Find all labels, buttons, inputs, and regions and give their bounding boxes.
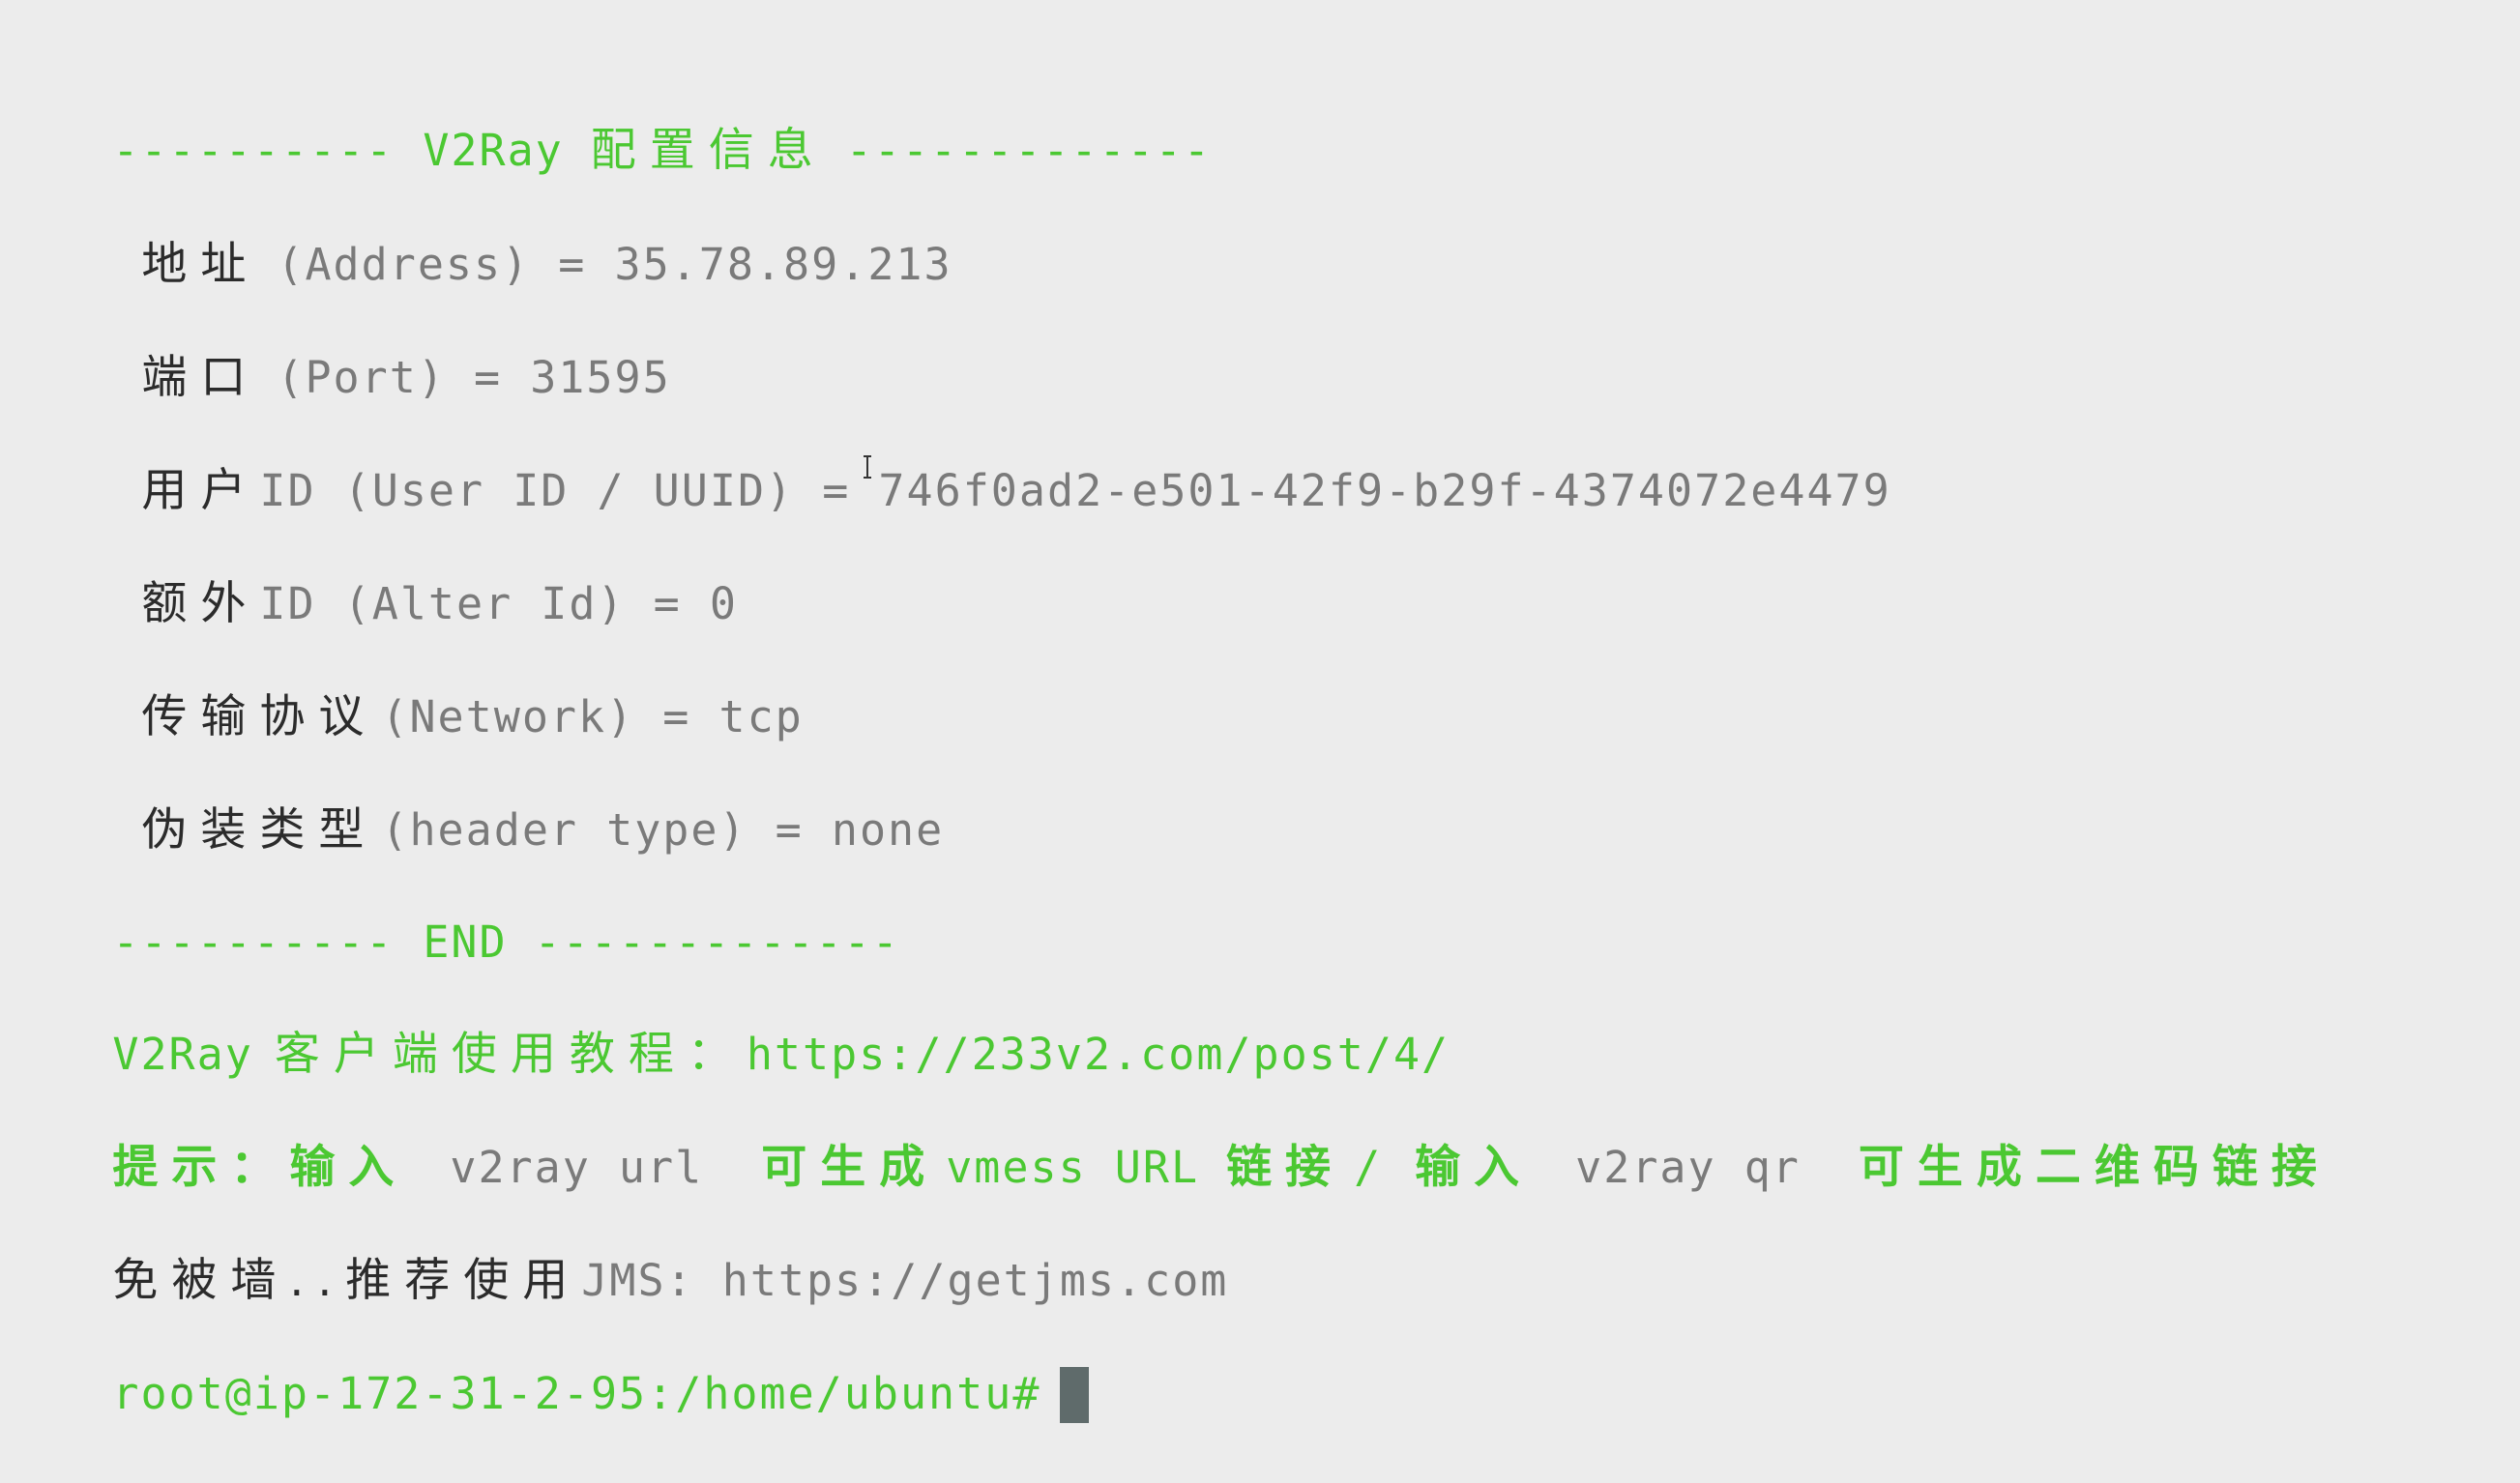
end-label: END — [423, 916, 508, 968]
address-label-en: (Address) = — [277, 239, 587, 290]
promo-url-link[interactable]: https://getjms.com — [722, 1255, 1229, 1306]
network-label-en: (Network) = — [381, 691, 691, 742]
end-right-dashes: ------------- — [534, 916, 900, 968]
text-cursor — [1060, 1367, 1090, 1423]
tutorial-url-link[interactable]: https://233v2.com/post/4/ — [747, 1029, 1450, 1080]
user-id-label-cn: 用户 — [141, 464, 260, 517]
end-left-dashes: ---------- — [112, 916, 395, 968]
header-title-cn: 配置信息 — [590, 124, 827, 177]
prompt-text: root@ip-172-31-2-95:/home/ubuntu# — [112, 1368, 1041, 1419]
hint-prefix: 提示：输入 — [112, 1141, 408, 1194]
hint-text-input: 输入 — [1415, 1141, 1534, 1194]
hint-text-link: 链接 — [1226, 1141, 1345, 1194]
network-value: tcp — [718, 691, 804, 742]
mouse-ibeam-icon — [864, 455, 871, 479]
hint-slash: / — [1354, 1142, 1383, 1193]
header-type-value: none — [831, 804, 945, 856]
port-label-en: (Port) = — [277, 352, 503, 403]
port-value: 31595 — [530, 352, 671, 403]
user-id-value: 746f0ad2-e501-42f9-b29f-4374072e4479 — [878, 465, 1891, 516]
alter-id-label-en: ID (Alter Id) = — [259, 578, 682, 629]
header-left-dashes: ---------- — [112, 125, 395, 176]
alter-id-label-cn: 额外 — [141, 577, 260, 630]
port-label-cn: 端口 — [141, 351, 260, 404]
header-type-label-en: (header type) = — [381, 804, 804, 856]
header-title-en: V2Ray — [423, 125, 564, 176]
network-label-cn: 传输协议 — [141, 690, 378, 743]
hint-text-generate: 可生成 — [761, 1141, 939, 1194]
hint-text-qr: 可生成二维码链接 — [1858, 1141, 2330, 1194]
promo-label-cn: 免被墙..推荐使用 — [112, 1254, 582, 1307]
address-label-cn: 地址 — [141, 238, 260, 291]
user-id-label-en: ID (User ID / UUID) = — [259, 465, 851, 516]
header-right-dashes: ------------- — [845, 125, 1212, 176]
tutorial-label: 客户端使用教程： — [274, 1028, 747, 1081]
alter-id-value: 0 — [709, 578, 738, 629]
hint-cmd-url: v2ray url — [450, 1142, 704, 1193]
hint-cmd-qr: v2ray qr — [1575, 1142, 1801, 1193]
tutorial-prefix: V2Ray — [112, 1029, 253, 1080]
shell-prompt[interactable]: root@ip-172-31-2-95:/home/ubuntu# — [0, 1307, 1090, 1483]
terminal-window[interactable]: ---------- V2Ray 配置信息 ------------- 地址 (Addr… — [0, 0, 2520, 1423]
header-type-label-cn: 伪装类型 — [141, 803, 378, 857]
address-value: 35.78.89.213 — [614, 239, 952, 290]
hint-vmess-url: vmess URL — [946, 1142, 1200, 1193]
promo-label-en: JMS: — [581, 1255, 694, 1306]
